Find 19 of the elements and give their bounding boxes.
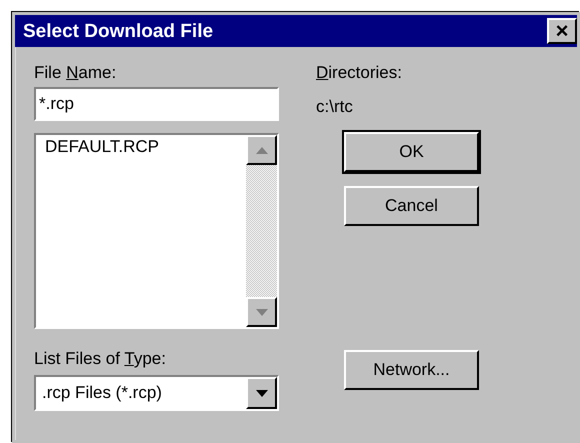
- file-type-dropdown[interactable]: .rcp Files (*.rcp): [34, 375, 279, 411]
- file-name-label: File Name:: [34, 63, 116, 83]
- window-title: Select Download File: [23, 22, 214, 40]
- file-list-item[interactable]: DEFAULT.RCP: [44, 136, 160, 157]
- directories-label: Directories:: [316, 63, 402, 83]
- file-list[interactable]: DEFAULT.RCP: [34, 133, 279, 329]
- down-arrow-icon: [256, 308, 268, 316]
- up-arrow-icon: [256, 146, 268, 154]
- file-type-label: List Files of Type:: [34, 349, 166, 369]
- scrollbar[interactable]: [246, 135, 277, 327]
- scroll-up-button[interactable]: [246, 135, 277, 165]
- directory-path: c:\rtc: [316, 97, 353, 117]
- dialog-button[interactable]: Cancel: [344, 186, 479, 226]
- caret-icon: [256, 390, 268, 396]
- file-name-field[interactable]: *.rcp: [34, 87, 279, 121]
- close-button[interactable]: ×: [547, 18, 577, 44]
- dialog-button[interactable]: Network...: [344, 350, 479, 390]
- dialog-button[interactable]: OK: [344, 132, 479, 172]
- scroll-down-button[interactable]: [246, 297, 277, 327]
